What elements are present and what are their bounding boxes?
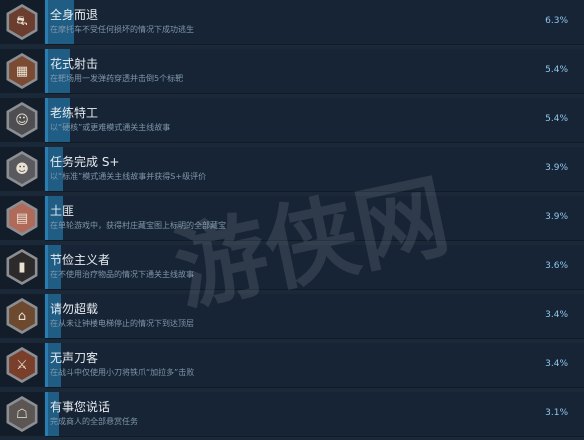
achievement-row[interactable]: ▮ 节俭主义者在不使用治疗物品的情况下通关主线故事 3.6% [0,245,584,290]
hex-frame: ☻ [6,151,38,187]
hex-frame: ☺ [6,102,38,138]
achievement-list: ⛐ 全身而退在摩托车不受任何损坏的情况下成功逃生 6.3% ▦ 花式射击在靶场用一发弹药… [0,0,584,440]
progress-track [45,343,584,387]
unlock-percentage: 5.4% [545,65,568,75]
achievement-title: 无声刀客 [50,351,99,365]
achievement-row[interactable]: ☻ 任务完成 S+ 以“标准”模式通关主线故事并获得S+级评价 3.9% [0,147,584,192]
hex-frame: ⌂ [6,298,38,334]
hex-frame: ▤ [6,200,38,236]
shooting-range-icon: ▦ [9,56,35,86]
hex-frame: ☖ [6,396,38,432]
progress-track [45,294,584,338]
progress-track [45,392,584,436]
merchant-icon: ☖ [9,399,35,429]
achievement-thumb: ⛐ [0,0,44,44]
achievement-thumb: ▤ [0,196,44,240]
achievement-title: 土匪 [50,204,75,218]
achievement-row[interactable]: ▤ 土匪在单轮游戏中，获得村庄藏宝图上标明的全部藏宝 3.9% [0,196,584,241]
achievement-title: 花式射击 [50,57,99,71]
knife-fighter-icon: ⚔ [9,350,35,380]
s-plus-rank-icon: ☻ [9,154,35,184]
achievement-thumb: ☖ [0,392,44,436]
achievement-row[interactable]: ▦ 花式射击在靶场用一发弹药穿透并击倒5个标靶 5.4% [0,49,584,94]
progress-track [45,49,584,93]
dark-door-icon: ▮ [9,252,35,282]
achievement-row[interactable]: ☖ 有事您说话完成商人的全部悬赏任务 3.1% [0,392,584,437]
achievement-description: 在不使用治疗物品的情况下通关主线故事 [50,270,194,279]
agent-portrait-icon: ☺ [9,105,35,135]
achievement-title: 老练特工 [50,106,99,120]
achievement-description: 完成商人的全部悬赏任务 [50,417,138,426]
achievement-description: 在靶场用一发弹药穿透并击倒5个标靶 [50,74,184,83]
unlock-percentage: 3.9% [545,163,568,173]
hex-frame: ⛐ [6,4,38,40]
achievement-title: 请勿超载 [50,302,99,316]
progress-track [45,0,584,44]
achievement-row[interactable]: ⌂ 请勿超载在从未让钟楼电梯停止的情况下到达顶层 3.4% [0,294,584,339]
achievement-thumb: ⚔ [0,343,44,387]
achievement-thumb: ☺ [0,98,44,142]
hex-frame: ⚔ [6,347,38,383]
achievement-thumb: ☻ [0,147,44,191]
hex-frame: ▮ [6,249,38,285]
progress-track [45,147,584,191]
hex-frame: ▦ [6,53,38,89]
progress-track [45,245,584,289]
achievement-description: 以“标准”模式通关主线故事并获得S+级评价 [50,172,207,181]
unlock-percentage: 5.4% [545,114,568,124]
treasure-map-icon: ▤ [9,203,35,233]
progress-track [45,98,584,142]
achievement-thumb: ⌂ [0,294,44,338]
achievement-thumb: ▦ [0,49,44,93]
unlock-percentage: 3.6% [545,261,568,271]
achievement-description: 在摩托车不受任何损坏的情况下成功逃生 [50,25,194,34]
achievement-description: 在从未让钟楼电梯停止的情况下到达顶层 [50,319,194,328]
achievement-description: 在单轮游戏中，获得村庄藏宝图上标明的全部藏宝 [50,221,226,230]
achievement-title: 有事您说话 [50,400,111,414]
clock-tower-elevator-icon: ⌂ [9,301,35,331]
achievement-description: 以“硬核”或更难模式通关主线故事 [50,123,171,132]
achievement-thumb: ▮ [0,245,44,289]
progress-track [45,196,584,240]
unlock-percentage: 3.4% [545,310,568,320]
unlock-percentage: 3.9% [545,212,568,222]
achievement-title: 节俭主义者 [50,253,111,267]
unlock-percentage: 3.1% [545,408,568,418]
achievement-row[interactable]: ⚔ 无声刀客在战斗中仅使用小刀将铁爪“加拉多”击败 3.4% [0,343,584,388]
achievement-description: 在战斗中仅使用小刀将铁爪“加拉多”击败 [50,368,195,377]
achievement-title: 任务完成 S+ [50,155,120,169]
motorcycle-escape-icon: ⛐ [9,7,35,37]
unlock-percentage: 6.3% [545,16,568,26]
achievement-title: 全身而退 [50,8,99,22]
achievement-row[interactable]: ☺ 老练特工以“硬核”或更难模式通关主线故事 5.4% [0,98,584,143]
achievement-row[interactable]: ⛐ 全身而退在摩托车不受任何损坏的情况下成功逃生 6.3% [0,0,584,45]
unlock-percentage: 3.4% [545,359,568,369]
